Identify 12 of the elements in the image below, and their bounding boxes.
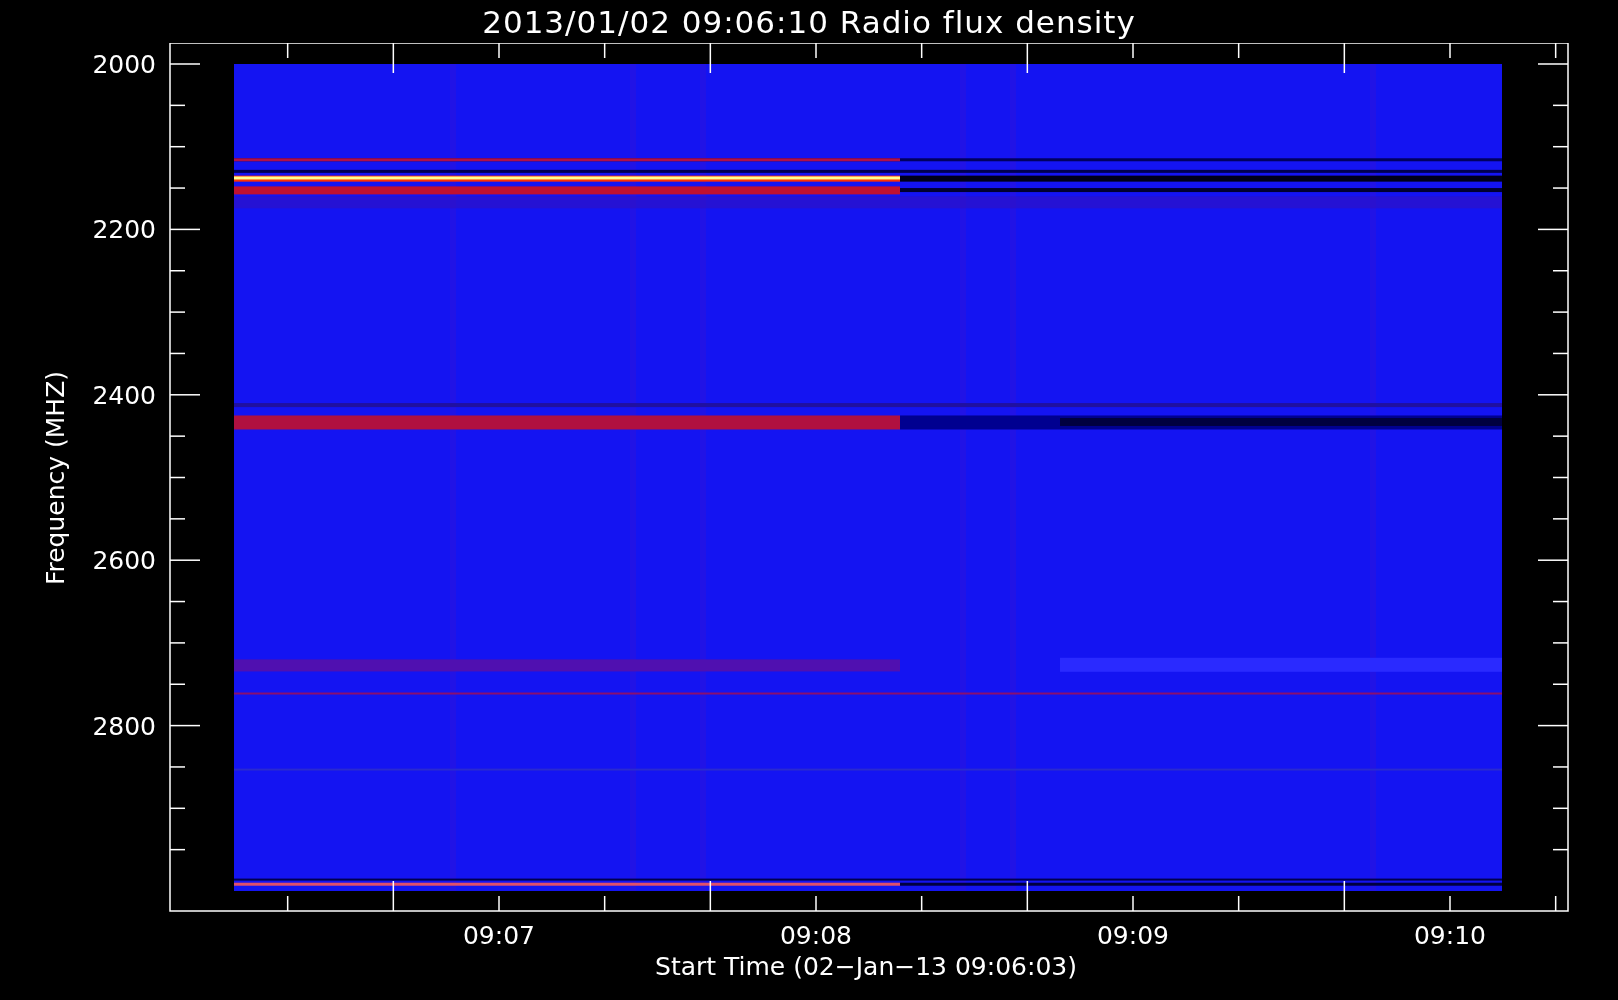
- x-tick-label: 09:08: [780, 921, 852, 950]
- y-tick-label: 2400: [92, 380, 156, 410]
- y-axis-title: Frequency (MHZ): [41, 370, 70, 586]
- y-tick-label: 2600: [92, 546, 156, 576]
- x-tick-label: 09:10: [1414, 921, 1486, 950]
- y-tick-label: 2000: [92, 50, 156, 79]
- y-tick-label: 2200: [92, 215, 156, 245]
- x-tick-label: 09:07: [463, 921, 535, 950]
- x-axis-title: Start Time (02−Jan−13 09:06:03): [655, 952, 1077, 981]
- x-tick-label: 09:09: [1097, 921, 1169, 950]
- chart-title: 2013/01/02 09:06:10 Radio flux density: [482, 3, 1136, 40]
- y-tick-label: 2800: [92, 711, 156, 741]
